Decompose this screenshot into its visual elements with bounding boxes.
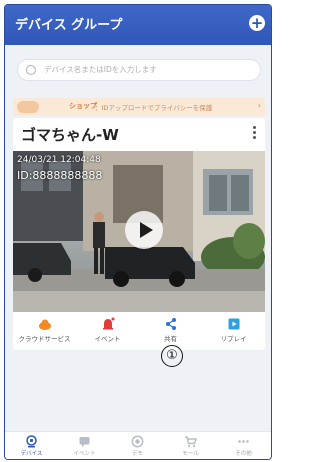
action-label: 共有 <box>164 335 177 343</box>
device-icon <box>26 435 37 448</box>
device-id: ID:8888888888 <box>17 169 103 182</box>
phone-frame: デバイス グループ + デバイス名またはIDを入力します ショップ ：IDアップ… <box>0 0 276 462</box>
action-label: リプレイ <box>220 335 247 343</box>
search-placeholder: デバイス名またはIDを入力します <box>44 65 157 74</box>
nav-item-demo[interactable]: デモ <box>111 435 164 459</box>
plus-circle-icon: + <box>250 14 264 32</box>
cloud-service-button[interactable]: クラウドサービス <box>13 314 76 348</box>
search-icon <box>25 64 37 76</box>
shop-banner[interactable]: ショップ ：IDアップロードでプライバシーを保護 › <box>13 98 265 116</box>
nav-label: モール <box>182 451 199 457</box>
cloud-service-icon <box>38 319 51 330</box>
nav-label: デモ <box>131 451 143 457</box>
demo-icon <box>131 435 144 448</box>
play-button[interactable] <box>125 211 163 249</box>
search-input[interactable]: デバイス名またはIDを入力します <box>17 59 261 81</box>
nav-label: その他 <box>235 451 252 457</box>
event-message-icon <box>79 437 90 447</box>
chevron-right-icon: › <box>257 101 261 110</box>
banner-label: ショップ <box>69 102 97 110</box>
shop-badge-icon <box>17 101 39 113</box>
header-title[interactable]: デバイス グループ <box>15 14 122 33</box>
annotation-marker: ① <box>161 345 183 367</box>
device-actions: クラウドサービス イベント 共有 リプレイ <box>13 314 265 350</box>
nav-item-event[interactable]: イベント <box>58 435 111 459</box>
share-button[interactable]: 共有 <box>139 314 202 348</box>
action-label: イベント <box>94 335 121 343</box>
event-bell-icon <box>102 317 114 330</box>
cart-icon <box>185 436 197 448</box>
nav-item-device[interactable]: デバイス <box>5 435 58 459</box>
replay-icon <box>228 318 239 330</box>
nav-label: デバイス <box>20 451 43 457</box>
share-icon <box>165 318 176 330</box>
play-icon <box>140 222 153 238</box>
video-timestamp: 24/03/21 12:04:48 <box>17 155 101 165</box>
video-preview[interactable]: 24/03/21 12:04:48 ID:8888888888 <box>13 151 265 312</box>
banner-text: ：IDアップロードでプライバシーを保護 <box>95 103 213 112</box>
action-label: クラウドサービス <box>18 335 71 343</box>
app-screen: デバイス グループ + デバイス名またはIDを入力します ショップ ：IDアップ… <box>4 4 272 460</box>
nav-item-mall[interactable]: モール <box>164 435 217 459</box>
bottom-nav: デバイス イベント デモ モール その他 <box>5 431 271 459</box>
event-button[interactable]: イベント <box>76 314 139 348</box>
nav-item-other[interactable]: その他 <box>217 435 270 459</box>
top-header: デバイス グループ + <box>5 5 271 45</box>
add-device-button[interactable]: + <box>249 15 265 31</box>
replay-button[interactable]: リプレイ <box>202 314 265 348</box>
nav-label: イベント <box>73 451 96 457</box>
more-options-icon[interactable] <box>249 124 259 142</box>
device-name: ゴマちゃん-W <box>21 126 119 144</box>
device-card: ゴマちゃん-W 24/03/21 12:04:48 ID:8888888888 … <box>13 118 265 350</box>
more-icon <box>238 440 249 443</box>
